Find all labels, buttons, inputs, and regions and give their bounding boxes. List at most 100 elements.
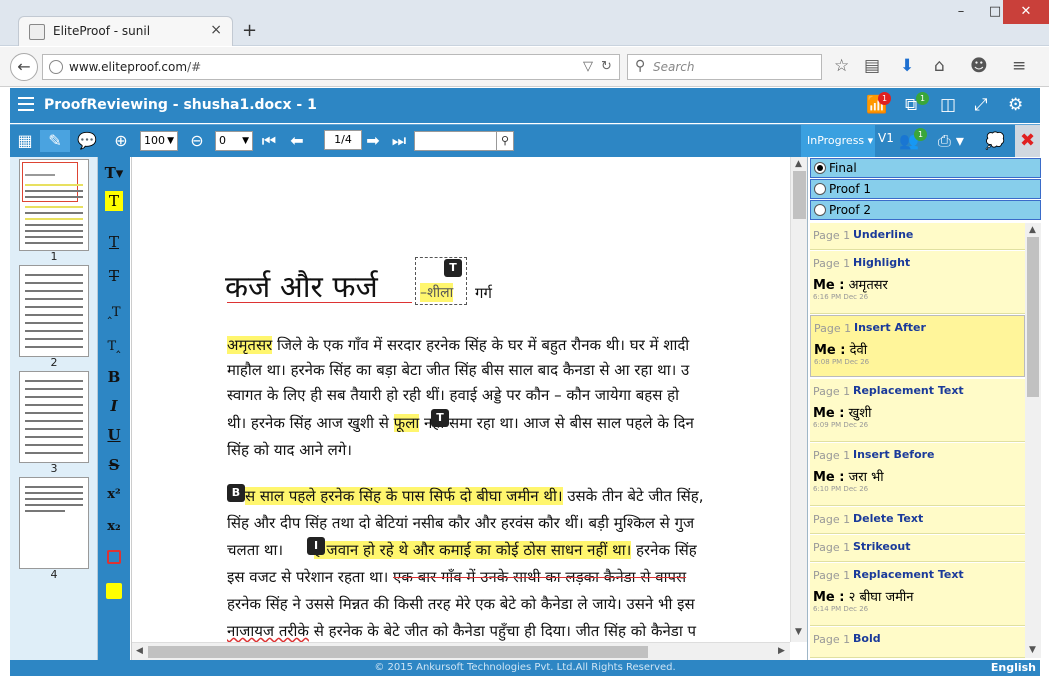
thumbnail-page-3[interactable]: [19, 371, 89, 463]
scrollbar-thumb[interactable]: [1027, 237, 1039, 397]
text-format-tool[interactable]: T▾: [98, 160, 130, 186]
proof-option-2[interactable]: Proof 2: [810, 200, 1041, 220]
cloud-badge: 1: [916, 92, 929, 105]
subscript-tool[interactable]: x₂: [98, 514, 130, 540]
reload-icon[interactable]: ↻: [601, 59, 612, 74]
thumbnail-label-4: 4: [50, 568, 58, 581]
thumbnail-page-1[interactable]: [19, 159, 89, 251]
italic-highlight-text[interactable]: ह जवान हो रहे थे और कमाई का कोई ठोस साधन…: [313, 541, 632, 559]
radio-icon[interactable]: [814, 204, 826, 216]
bold-highlight-text[interactable]: स साल पहले हरनेक सिंह के पास सिर्फ दो बी…: [245, 487, 563, 505]
comment-item[interactable]: Page 1 Strikeout: [810, 535, 1025, 562]
chat-bubble-icon[interactable]: 💭: [984, 130, 1006, 152]
window-close-button[interactable]: ✕: [1003, 0, 1049, 24]
document-vertical-scrollbar[interactable]: ▲ ▼: [790, 157, 808, 642]
thumbnail-page-2[interactable]: [19, 265, 89, 357]
comment-type: Replacement Text: [853, 568, 964, 581]
thumbnail-page-4[interactable]: [19, 477, 89, 569]
app-menu-icon[interactable]: [18, 97, 34, 111]
first-page-icon[interactable]: ⏮: [260, 130, 278, 152]
compare-icon[interactable]: ◫: [940, 95, 956, 115]
comment-item[interactable]: Page 1 Replacement Text Me : खुशी 6:09 PM…: [810, 379, 1025, 442]
last-page-icon[interactable]: ⏭: [390, 130, 408, 152]
color-swatch-icon[interactable]: [106, 583, 122, 599]
comment-item[interactable]: Page 1 Insert Before Me : जरा भी 6:10 PM …: [810, 443, 1025, 506]
insert-after-tool[interactable]: T‸: [98, 334, 130, 360]
replace-marker-icon[interactable]: T: [431, 409, 449, 427]
strikeout-tool[interactable]: T: [98, 263, 130, 289]
hamburger-menu-icon[interactable]: ≡: [1012, 56, 1026, 76]
document-page: कर्ज और फर्ज –शीला T गर्ग अमृतसर जिले के…: [132, 157, 790, 642]
author-name: गर्ग: [475, 284, 492, 302]
favicon-icon: [29, 24, 45, 40]
comments-icon[interactable]: 💬: [76, 130, 98, 152]
format-toolbar: T▾ T T T ‸T T‸ B I U S x² x₂: [98, 157, 130, 660]
doc-line: स्वागत के लिए ही सब तैयारी हो रही थीं। ह…: [227, 386, 680, 404]
edit-pencil-icon[interactable]: ✎: [40, 130, 70, 152]
strike-s-tool[interactable]: S: [98, 452, 130, 478]
tab-close-icon[interactable]: ×: [210, 22, 222, 38]
address-bar[interactable]: www.eliteproof.com/# ▽ ↻: [42, 54, 620, 80]
comment-item[interactable]: Page 1 Underline: [810, 223, 1025, 250]
comment-item-active[interactable]: Page 1 Insert After Me : देवी 6:08 PM Dec…: [810, 315, 1025, 377]
dropdown-arrow-icon[interactable]: ▽: [583, 59, 593, 74]
italic-marker-icon[interactable]: I: [307, 537, 325, 555]
search-icon: ⚲: [635, 58, 646, 74]
rotation-select[interactable]: 0 ▼: [215, 131, 253, 151]
settings-gear-icon[interactable]: ⚙: [1008, 95, 1023, 115]
browser-tab[interactable]: EliteProof - sunil ×: [18, 16, 233, 46]
rectangle-shape-icon[interactable]: [107, 550, 121, 564]
next-page-icon[interactable]: ➡: [362, 130, 384, 152]
strikeout-text[interactable]: एक बार गाँव में उनके साथी का लड़का कैनेड…: [393, 568, 686, 586]
highlighted-text[interactable]: अमृतसर: [227, 336, 273, 354]
grid-view-icon[interactable]: ▦: [14, 130, 36, 152]
underline-u-tool[interactable]: U: [98, 422, 130, 448]
minimize-button[interactable]: –: [944, 0, 978, 24]
download-icon[interactable]: ⬇: [900, 56, 914, 76]
comment-type: Highlight: [853, 256, 911, 269]
underline-tool[interactable]: T: [98, 229, 130, 255]
proof-option-1[interactable]: Proof 1: [810, 179, 1041, 199]
insert-marker-icon[interactable]: T: [444, 259, 462, 277]
smiley-icon[interactable]: ☻: [970, 56, 988, 76]
title-underline-mark: [227, 302, 412, 303]
status-dropdown[interactable]: InProgress ▾: [801, 125, 875, 157]
comment-item[interactable]: Page 1 Delete Text: [810, 507, 1025, 534]
doc-line: माहौल था। हरनेक सिंह का बड़ा बेटा जीत सि…: [227, 361, 690, 379]
back-arrow-icon[interactable]: ←: [10, 53, 38, 81]
comment-item[interactable]: Page 1 Bold: [810, 627, 1025, 658]
radio-icon[interactable]: [814, 183, 826, 195]
scrollbar-thumb[interactable]: [148, 646, 648, 658]
comment-item[interactable]: Page 1 Replacement Text Me : २ बीघा जमीन …: [810, 563, 1025, 626]
zoom-in-icon[interactable]: ⊕: [110, 130, 132, 152]
comments-scrollbar[interactable]: ▲ ▼: [1025, 223, 1041, 658]
underlined-text[interactable]: नाजायज तरीके: [227, 622, 309, 640]
scrollbar-thumb[interactable]: [793, 171, 806, 219]
language-selector[interactable]: English: [991, 660, 1036, 676]
radio-selected-icon[interactable]: [814, 162, 826, 174]
fullscreen-icon[interactable]: ⤢: [974, 95, 988, 115]
find-search-icon[interactable]: ⚲: [496, 131, 514, 151]
wifi-badge: 1: [878, 92, 891, 105]
bold-tool[interactable]: B: [98, 364, 130, 390]
reading-list-icon[interactable]: ▤: [864, 56, 880, 76]
document-horizontal-scrollbar[interactable]: ◀ ▶: [132, 642, 790, 660]
insert-before-tool[interactable]: ‸T: [98, 300, 130, 326]
home-icon[interactable]: ⌂: [934, 56, 945, 76]
close-review-icon[interactable]: ✖: [1015, 125, 1040, 157]
zoom-out-icon[interactable]: ⊖: [186, 130, 208, 152]
bookmark-star-icon[interactable]: ☆: [834, 56, 849, 76]
browser-search-box[interactable]: ⚲ Search: [627, 54, 822, 80]
replaced-text[interactable]: फूला: [393, 414, 420, 432]
proof-option-final[interactable]: Final: [810, 158, 1041, 178]
italic-tool[interactable]: I: [98, 393, 130, 419]
highlight-tool[interactable]: T: [105, 191, 123, 211]
comment-item[interactable]: Page 1 Highlight Me : अमृतसर 6:16 PM Dec …: [810, 251, 1025, 314]
page-number-input[interactable]: 1/4: [324, 130, 362, 150]
new-tab-button[interactable]: +: [242, 20, 257, 41]
print-icon[interactable]: ⎙ ▾: [934, 130, 968, 152]
prev-page-icon[interactable]: ⬅: [286, 130, 308, 152]
browser-titlebar: EliteProof - sunil × + – □ ✕: [0, 0, 1049, 46]
zoom-select[interactable]: 100 ▼: [140, 131, 178, 151]
superscript-tool[interactable]: x²: [98, 482, 130, 508]
